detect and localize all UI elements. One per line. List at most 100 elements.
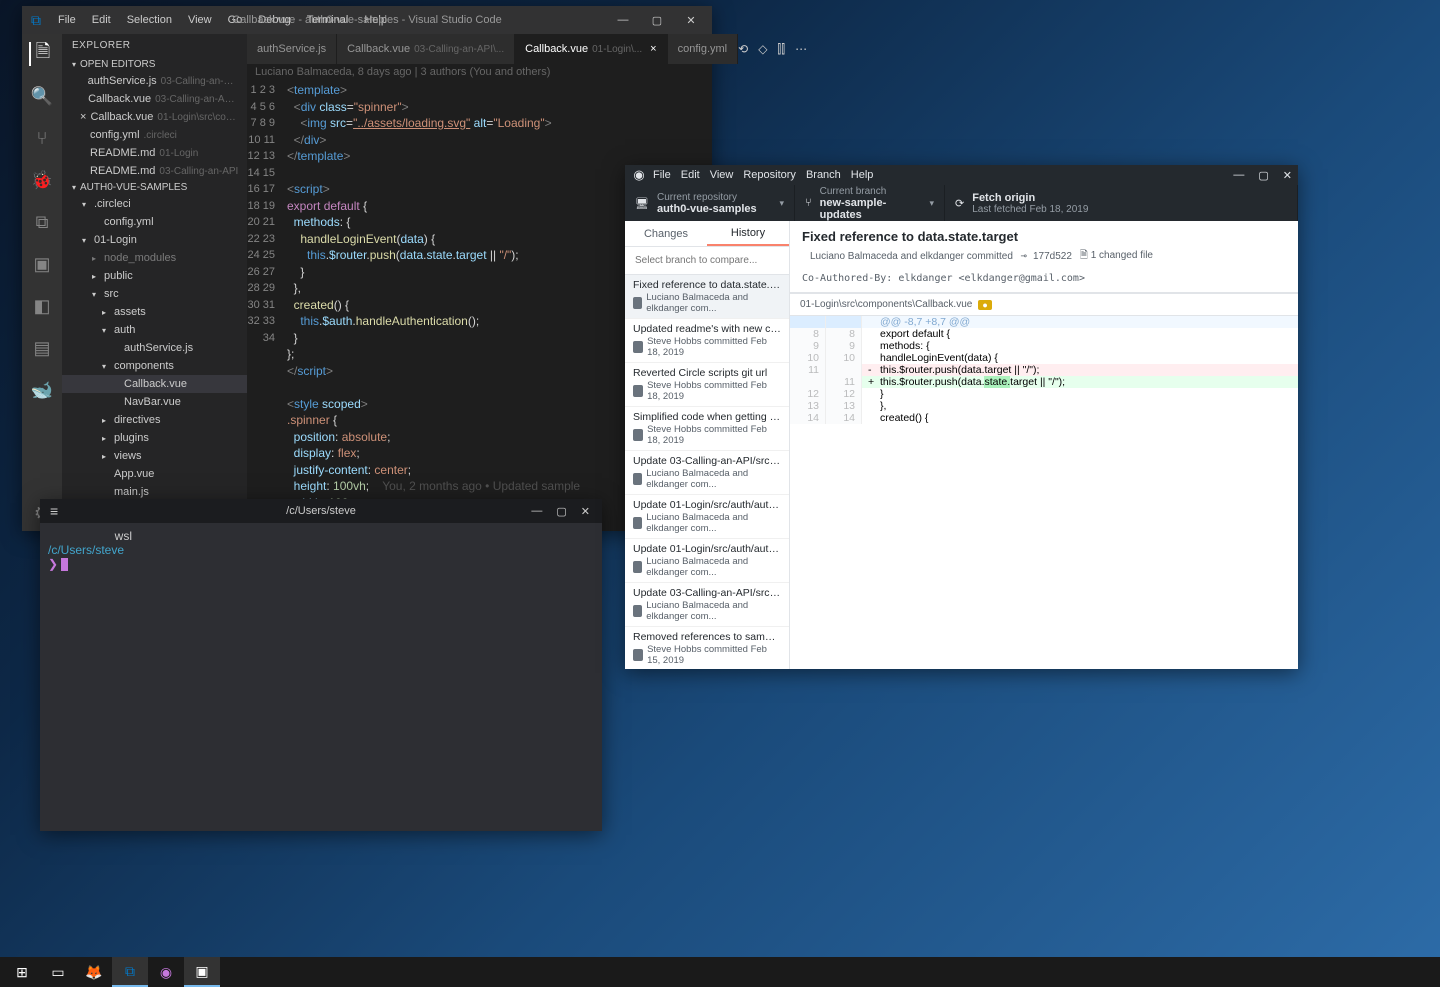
menu-repository[interactable]: Repository — [743, 169, 796, 181]
commit-item[interactable]: Update 01-Login/src/auth/authService.jsL… — [625, 495, 789, 539]
ghd-titlebar[interactable]: ◉ File Edit View Repository Branch Help … — [625, 165, 1298, 185]
tab-changes[interactable]: Changes — [625, 221, 707, 246]
diff-view[interactable]: @@ -8,7 +8,7 @@88export default {99 meth… — [790, 316, 1298, 669]
cursor — [61, 558, 68, 571]
docker-icon[interactable]: 🐋 — [30, 378, 54, 402]
branch-compare-input[interactable] — [625, 247, 789, 275]
tab-action-icon[interactable]: ⋯ — [795, 42, 807, 56]
terminal-body[interactable]: wsl /c/Users/steve ❯ — [40, 523, 602, 831]
editor-tab[interactable]: Callback.vue 03-Calling-an-API\... — [337, 34, 515, 64]
current-branch-dropdown[interactable]: ⑂ Current branchnew-sample-updates ▾ — [795, 185, 945, 221]
commit-item[interactable]: Reverted Circle scripts git urlSteve Hob… — [625, 363, 789, 407]
activity-icon-3[interactable]: ▤ — [30, 336, 54, 360]
editor-tab[interactable]: config.yml — [668, 34, 739, 64]
search-icon[interactable]: 🔍 — [30, 84, 54, 108]
explorer-icon[interactable]: 🗎 — [29, 42, 53, 66]
close-button[interactable]: ✕ — [674, 6, 708, 34]
tree-folder[interactable]: ▸views — [62, 447, 247, 465]
menu-branch[interactable]: Branch — [806, 169, 841, 181]
commit-item[interactable]: Update 01-Login/src/auth/authService.jsL… — [625, 539, 789, 583]
open-editor-item[interactable]: README.md03-Calling-an-API — [62, 162, 247, 180]
maximize-button[interactable]: ▢ — [640, 6, 674, 34]
tree-file[interactable]: authService.js — [62, 339, 247, 357]
tree-folder[interactable]: ▾components — [62, 357, 247, 375]
commit-item[interactable]: Updated readme's with new configurati...… — [625, 319, 789, 363]
hamburger-icon[interactable]: ≡ — [40, 503, 68, 519]
compare-input[interactable] — [631, 251, 783, 270]
menu-view[interactable]: View — [180, 14, 220, 26]
editor-tab[interactable]: Callback.vue 01-Login\... × — [515, 34, 667, 64]
tree-folder[interactable]: ▾.circleci — [62, 195, 247, 213]
activity-bar: 🗎 🔍 ⑂ 🐞 ⧉ ▣ ◧ ▤ 🐋 ⚙ — [22, 34, 62, 531]
codelens[interactable]: Luciano Balmaceda, 8 days ago | 3 author… — [247, 64, 712, 80]
activity-icon-2[interactable]: ◧ — [30, 294, 54, 318]
file-path: 01-Login\src\components\Callback.vue — [800, 299, 972, 310]
changed-file[interactable]: 01-Login\src\components\Callback.vue ● — [790, 293, 1298, 316]
commit-sha[interactable]: ⊸ 177d522 — [1021, 251, 1072, 262]
minimize-button[interactable]: — — [1233, 169, 1244, 182]
window-title-text: Callback.vue - auth0-vue-samples - Visua… — [232, 14, 501, 26]
open-editors-section[interactable]: OPEN EDITORS — [62, 57, 247, 72]
minimize-button[interactable]: — — [531, 505, 542, 518]
repo-icon: 🖥 — [635, 197, 649, 210]
extensions-icon[interactable]: ⧉ — [30, 210, 54, 234]
close-button[interactable]: ✕ — [1283, 169, 1292, 182]
firefox-icon[interactable]: 🦊 — [76, 957, 112, 987]
commit-item[interactable]: Removed references to sample 02 from ...… — [625, 627, 789, 669]
menu-selection[interactable]: Selection — [119, 14, 180, 26]
commit-item[interactable]: Fixed reference to data.state.targetLuci… — [625, 275, 789, 319]
tree-folder[interactable]: ▸assets — [62, 303, 247, 321]
menu-file[interactable]: File — [50, 14, 84, 26]
task-view-button[interactable]: ▭ — [40, 957, 76, 987]
open-editor-item[interactable]: config.yml.circleci — [62, 126, 247, 144]
minimize-button[interactable]: — — [606, 6, 640, 34]
terminal-window: ≡ /c/Users/steve — ▢ ✕ wsl /c/Users/stev… — [40, 499, 602, 831]
commit-item[interactable]: Update 03-Calling-an-API/src/auth/aut...… — [625, 451, 789, 495]
fetch-value: Last fetched Feb 18, 2019 — [972, 204, 1088, 215]
tree-file[interactable]: App.vue — [62, 465, 247, 483]
maximize-button[interactable]: ▢ — [1258, 169, 1268, 182]
terminal-taskbar-icon[interactable]: ▣ — [184, 957, 220, 987]
tree-file[interactable]: Callback.vue — [62, 375, 247, 393]
tab-action-icon[interactable]: ⟲ — [738, 42, 748, 56]
tree-folder[interactable]: ▸directives — [62, 411, 247, 429]
commits-list: Fixed reference to data.state.targetLuci… — [625, 275, 789, 669]
commit-item[interactable]: Simplified code when getting callback t.… — [625, 407, 789, 451]
menu-view[interactable]: View — [710, 169, 734, 181]
menu-edit[interactable]: Edit — [681, 169, 700, 181]
vscode-taskbar-icon[interactable]: ⧉ — [112, 957, 148, 987]
tab-action-icon[interactable]: ◇ — [758, 42, 767, 56]
menu-edit[interactable]: Edit — [84, 14, 119, 26]
menu-help[interactable]: Help — [851, 169, 874, 181]
tree-file[interactable]: config.yml — [62, 213, 247, 231]
fetch-origin-button[interactable]: ⟳ Fetch originLast fetched Feb 18, 2019 — [945, 185, 1298, 221]
tree-folder[interactable]: ▾src — [62, 285, 247, 303]
vscode-titlebar[interactable]: ⧉ File Edit Selection View Go Debug Term… — [22, 6, 712, 34]
debug-icon[interactable]: 🐞 — [30, 168, 54, 192]
editor-tab[interactable]: authService.js — [247, 34, 337, 64]
tree-folder[interactable]: ▸node_modules — [62, 249, 247, 267]
tree-folder[interactable]: ▾auth — [62, 321, 247, 339]
open-editor-item[interactable]: README.md01-Login — [62, 144, 247, 162]
close-button[interactable]: ✕ — [581, 505, 590, 518]
tree-file[interactable]: NavBar.vue — [62, 393, 247, 411]
app-taskbar-icon[interactable]: ◉ — [148, 957, 184, 987]
tree-folder[interactable]: ▸plugins — [62, 429, 247, 447]
current-repo-dropdown[interactable]: 🖥 Current repositoryauth0-vue-samples ▾ — [625, 185, 795, 221]
activity-icon[interactable]: ▣ — [30, 252, 54, 276]
maximize-button[interactable]: ▢ — [556, 505, 566, 518]
menu-file[interactable]: File — [653, 169, 671, 181]
open-editor-item[interactable]: Callback.vue03-Calling-an-API\src... — [62, 90, 247, 108]
source-control-icon[interactable]: ⑂ — [30, 126, 54, 150]
open-editor-item[interactable]: ×Callback.vue01-Login\src\compone... — [62, 108, 247, 126]
workspace-section[interactable]: AUTH0-VUE-SAMPLES — [62, 180, 247, 195]
tree-folder[interactable]: ▾01-Login — [62, 231, 247, 249]
open-editor-item[interactable]: authService.js03-Calling-an-API\src... — [62, 72, 247, 90]
changed-files-count[interactable]: 🗎 1 changed file — [1080, 248, 1153, 265]
commit-item[interactable]: Update 03-Calling-an-API/src/auth/aut...… — [625, 583, 789, 627]
tree-folder[interactable]: ▸public — [62, 267, 247, 285]
tab-history[interactable]: History — [707, 221, 789, 246]
terminal-titlebar[interactable]: ≡ /c/Users/steve — ▢ ✕ — [40, 499, 602, 523]
start-button[interactable]: ⊞ — [4, 957, 40, 987]
tab-action-icon[interactable]: ⫿⫿ — [777, 42, 785, 57]
